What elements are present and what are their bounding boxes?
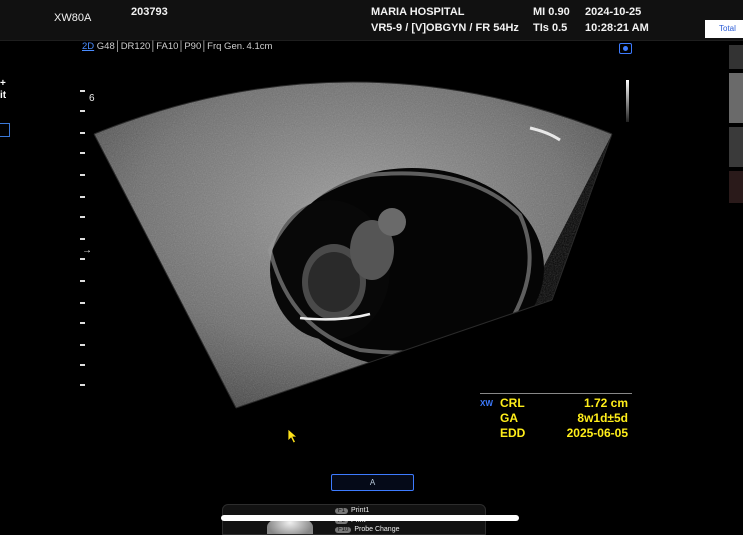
measure-label: EDD	[500, 426, 526, 440]
measure-edd: EDD 2025-06-05	[500, 426, 628, 440]
measure-value: 2025-06-05	[566, 426, 628, 440]
mouse-cursor-icon	[287, 428, 299, 444]
menu-item-probe-change[interactable]: F10 Probe Change	[335, 526, 400, 533]
key-badge: F10	[335, 527, 352, 533]
ultrasound-image	[93, 81, 613, 409]
annotation-a-button[interactable]: A	[331, 474, 414, 491]
menu-item-print1[interactable]: F1 Print1	[335, 507, 369, 514]
menu-label: Print1	[351, 507, 370, 514]
measure-value: 8w1d±5d	[577, 411, 628, 425]
measure-label: GA	[500, 411, 518, 425]
measure-crl: CRL 1.72 cm	[500, 396, 628, 410]
measure-vendor-tag: XW	[480, 399, 493, 408]
measure-ga: GA 8w1d±5d	[500, 411, 628, 425]
home-indicator[interactable]	[221, 515, 519, 521]
measure-value: 1.72 cm	[583, 396, 628, 410]
key-badge: F1	[335, 508, 349, 514]
measurement-panel: XW CRL 1.72 cm GA 8w1d±5d EDD 2025-06-05	[480, 393, 632, 442]
menu-label: Probe Change	[354, 526, 400, 533]
measure-label: CRL	[500, 396, 525, 410]
